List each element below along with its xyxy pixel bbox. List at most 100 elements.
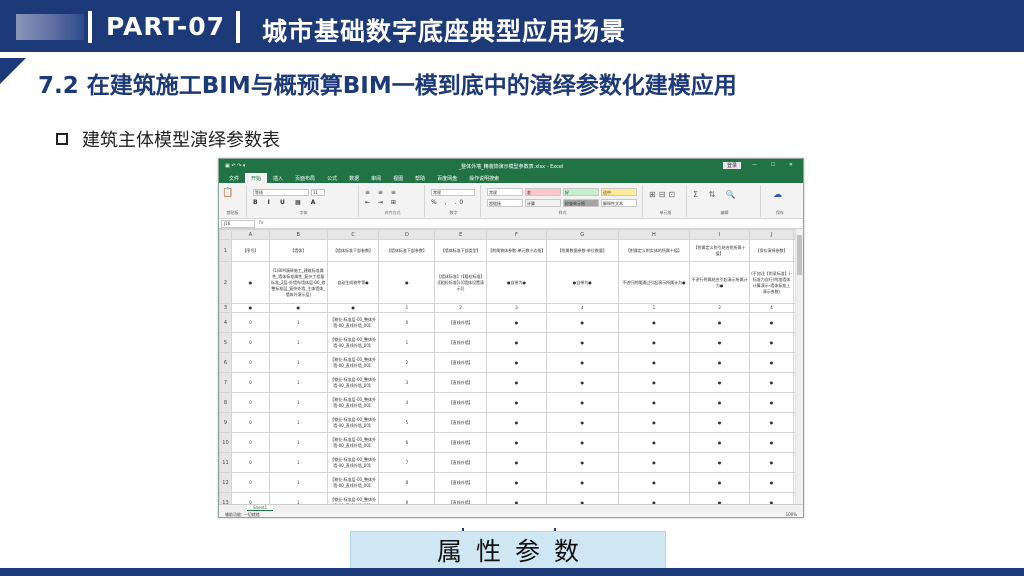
- cell[interactable]: 0: [230, 412, 270, 433]
- cell[interactable]: 1: [378, 332, 436, 353]
- ribbon-tab[interactable]: 审阅: [365, 173, 387, 183]
- cell[interactable]: 【附属物体参数-单元数小边框】: [486, 239, 547, 262]
- cell[interactable]: 【物业-标准层-00_整体外墙-00_直线外墙_00】: [326, 452, 380, 473]
- cell[interactable]: 【墙体标准下部参数】: [378, 239, 436, 262]
- cell[interactable]: ●: [545, 312, 619, 333]
- window-controls[interactable]: — ☐ ✕: [752, 162, 799, 168]
- column-header[interactable]: F: [486, 229, 547, 240]
- cell[interactable]: 【物业-标准层-00_整体外墙-00_直线外墙_00】: [326, 492, 380, 504]
- cell[interactable]: ●: [617, 452, 691, 473]
- row-header[interactable]: 9: [219, 412, 232, 433]
- ribbon-tab[interactable]: 数据: [343, 173, 365, 183]
- cell[interactable]: 2: [434, 303, 488, 313]
- cell[interactable]: 【直线外墙】: [434, 372, 488, 393]
- cell[interactable]: ●: [230, 261, 270, 304]
- cell[interactable]: 8: [378, 472, 436, 493]
- ribbon-tab[interactable]: 公式: [321, 173, 343, 183]
- cell[interactable]: 0: [230, 312, 270, 333]
- cell[interactable]: ●: [545, 452, 619, 473]
- row-header[interactable]: 13: [219, 492, 232, 504]
- cell[interactable]: ●: [486, 492, 547, 504]
- cell[interactable]: ●: [486, 472, 547, 493]
- cell[interactable]: 0: [230, 372, 270, 393]
- column-header[interactable]: G: [545, 229, 619, 240]
- row-header[interactable]: 5: [219, 332, 232, 353]
- cell[interactable]: 【直线外墙】: [434, 432, 488, 453]
- cell[interactable]: 【直线外墙】: [434, 332, 488, 353]
- cell[interactable]: ●: [326, 303, 380, 313]
- cell[interactable]: 3: [486, 303, 547, 313]
- ribbon-tab[interactable]: 页面布局: [289, 173, 321, 183]
- cell[interactable]: 3: [378, 372, 436, 393]
- cell[interactable]: ●: [486, 392, 547, 413]
- column-header[interactable]: I: [689, 229, 751, 240]
- column-header[interactable]: A: [230, 229, 270, 240]
- cell[interactable]: 【墙体标准】(【粗粒标准】(【粗粒标准】)(【墙体设置演示】): [434, 261, 488, 304]
- cell[interactable]: 【物业-标准层-00_整体外墙-00_直线外墙_00】: [326, 372, 380, 393]
- cell[interactable]: 7: [378, 452, 436, 473]
- cell[interactable]: 【墙体】: [268, 239, 328, 262]
- cell[interactable]: 【附属定义附实体的所属十值】: [617, 239, 691, 262]
- cell[interactable]: 1: [268, 312, 328, 333]
- cell[interactable]: 0: [230, 472, 270, 493]
- cell[interactable]: 【墙体标准下部类型】: [434, 239, 488, 262]
- cell[interactable]: 【物业-标准层-00_整体外墙-00_直线外墙_00】: [326, 332, 380, 353]
- cell[interactable]: ●: [749, 492, 794, 504]
- cell[interactable]: ●: [749, 352, 794, 373]
- cell[interactable]: ●: [617, 492, 691, 504]
- cell-style-item[interactable]: 计算: [525, 199, 561, 207]
- cell[interactable]: 0: [230, 452, 270, 473]
- column-header[interactable]: H: [617, 229, 691, 240]
- cell[interactable]: ●: [617, 432, 691, 453]
- cell[interactable]: ●: [486, 332, 547, 353]
- cell[interactable]: 0: [230, 332, 270, 353]
- editing-buttons[interactable]: Σ ⇅ 🔍: [693, 190, 740, 199]
- indent-buttons[interactable]: ⇤ ⇥ ⊞: [365, 199, 399, 206]
- row-header[interactable]: 6: [219, 352, 232, 373]
- cell[interactable]: ●: [749, 432, 794, 453]
- row-header[interactable]: 2: [219, 261, 232, 304]
- cell[interactable]: ●自带为●: [545, 261, 619, 304]
- cell[interactable]: ●: [689, 312, 751, 333]
- row-header[interactable]: 8: [219, 392, 232, 413]
- cell[interactable]: ●: [749, 332, 794, 353]
- cell-style-item[interactable]: 超链接: [487, 199, 523, 207]
- cell[interactable]: 【物业-标准层-00_整体外墙-00_直线外墙_00】: [326, 352, 380, 373]
- column-header[interactable]: E: [434, 229, 488, 240]
- cell[interactable]: 0: [230, 392, 270, 413]
- cell[interactable]: ●: [545, 392, 619, 413]
- cell[interactable]: ●: [749, 452, 794, 473]
- ribbon-tab[interactable]: 百度网盘: [431, 173, 463, 183]
- cell[interactable]: ●: [689, 352, 751, 373]
- cell[interactable]: 1: [268, 332, 328, 353]
- cell[interactable]: 9: [378, 492, 436, 504]
- sheet-grid[interactable]: A B C D E F G H I J 1 【序号】 【墙体】 【墙体标准下部参数】 【墙体标准下部参数】【…: [219, 229, 797, 504]
- zoom-level[interactable]: 100%: [786, 512, 797, 517]
- cell[interactable]: ●: [545, 432, 619, 453]
- cell[interactable]: 【直线外墙】: [434, 352, 488, 373]
- cell[interactable]: 【物业-标准层-00_整体外墙-00_直线外墙_00】: [326, 472, 380, 493]
- cell-style-item[interactable]: 常规: [487, 188, 523, 196]
- sign-in-button[interactable]: 登录: [722, 162, 741, 169]
- ribbon-tab[interactable]: 文件: [223, 173, 245, 183]
- cell[interactable]: ●: [617, 412, 691, 433]
- cell[interactable]: 1: [268, 472, 328, 493]
- cell[interactable]: 【附属定义附引结合附所属十值】: [689, 239, 751, 262]
- row-header[interactable]: 10: [219, 432, 232, 453]
- ribbon-tab[interactable]: 插入: [267, 173, 289, 183]
- cell[interactable]: ●: [545, 492, 619, 504]
- cell[interactable]: ●: [486, 432, 547, 453]
- cell-style-item[interactable]: 适中: [601, 188, 637, 196]
- ribbon-tab[interactable]: 帮助: [409, 173, 431, 183]
- cell[interactable]: ●: [689, 432, 751, 453]
- cell[interactable]: 【序号】: [230, 239, 270, 262]
- cell[interactable]: ●: [689, 332, 751, 353]
- cell[interactable]: ●: [689, 492, 751, 504]
- cell[interactable]: 【物业-标准层-00_整体外墙-00_直线外墙_00】: [326, 312, 380, 333]
- cell[interactable]: 1: [268, 432, 328, 453]
- cell[interactable]: ●: [268, 303, 328, 313]
- row-header[interactable]: 11: [219, 452, 232, 473]
- column-header[interactable]: J: [749, 229, 794, 240]
- cell[interactable]: (1)BIM演绎施工_建筑标准属性_墙体标准属性_复杂工程量标准_2层-外墙布墙…: [268, 261, 328, 304]
- cell[interactable]: ●: [486, 412, 547, 433]
